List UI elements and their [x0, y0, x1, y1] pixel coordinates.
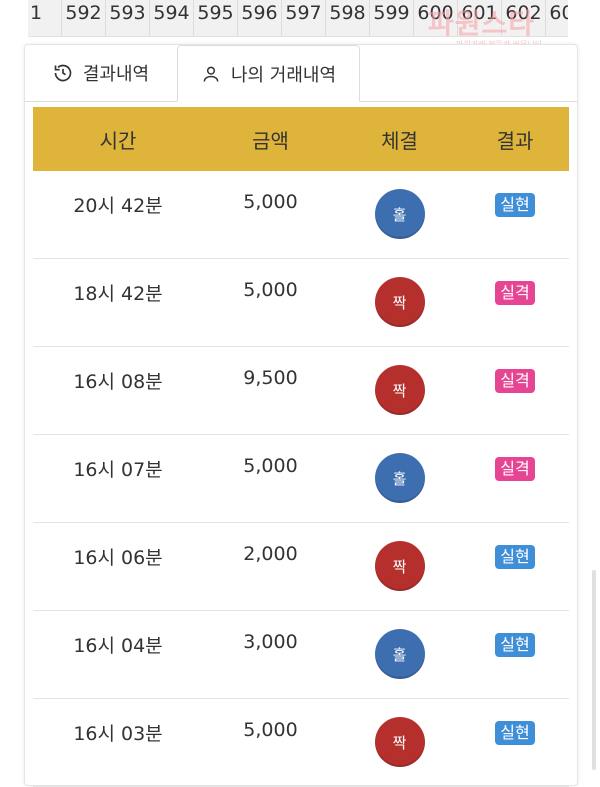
scrollbar[interactable]	[592, 570, 596, 770]
pick-chip: 짝	[374, 541, 425, 591]
tab-results[interactable]: 결과내역	[25, 45, 177, 101]
header-amount: 금액	[252, 128, 289, 153]
round-number[interactable]: 595	[194, 0, 238, 36]
result-badge: 실격	[495, 369, 535, 393]
pick-chip: 홀	[374, 453, 425, 503]
round-number[interactable]: 1	[28, 0, 62, 36]
history-icon	[54, 64, 72, 82]
table-row: 16시 06분 2,000 짝 실현	[33, 523, 569, 611]
round-number[interactable]: 594	[150, 0, 194, 36]
table-row: 16시 08분 9,500 짝 실격	[33, 347, 569, 435]
round-number[interactable]: 598	[326, 0, 370, 36]
table-row: 20시 42분 5,000 홀 실현	[33, 171, 569, 259]
header-time: 시간	[99, 128, 137, 153]
table-row: 16시 04분 3,000 홀 실현	[33, 611, 569, 699]
cell-amount: 5,000	[243, 191, 298, 213]
cell-amount: 5,000	[243, 455, 298, 477]
tab-my-trades[interactable]: 나의 거래내역	[177, 45, 360, 102]
cell-time: 16시 08분	[73, 371, 163, 393]
header-pick: 체결	[381, 128, 418, 153]
cell-amount: 3,000	[243, 631, 298, 653]
round-number[interactable]: 603	[546, 0, 568, 36]
round-number[interactable]: 596	[238, 0, 282, 36]
pick-chip: 짝	[374, 717, 425, 767]
pick-chip: 짝	[374, 277, 425, 327]
pick-chip: 짝	[374, 365, 425, 415]
cell-amount: 2,000	[243, 543, 298, 565]
tab-my-trades-label: 나의 거래내역	[230, 64, 337, 86]
cell-time: 16시 04분	[73, 635, 163, 657]
table-row: 16시 07분 5,000 홀 실격	[33, 435, 569, 523]
cell-result: 실격	[461, 259, 569, 346]
round-number[interactable]: 592	[62, 0, 106, 36]
round-number[interactable]: 601	[458, 0, 502, 36]
result-badge: 실현	[495, 193, 535, 217]
cell-time: 16시 06분	[73, 547, 163, 569]
user-icon	[203, 66, 219, 82]
round-number[interactable]: 593	[106, 0, 150, 36]
round-number-strip: 1592593594595596597598599600601602603	[28, 0, 568, 37]
round-number[interactable]: 602	[502, 0, 546, 36]
result-badge: 실격	[495, 281, 535, 305]
history-panel: 결과내역 나의 거래내역 시간 금액 체결 결과 20시 42분 5,000 홀 실현…	[24, 44, 578, 787]
tab-results-label: 결과내역	[82, 64, 150, 85]
tab-bar: 결과내역 나의 거래내역	[25, 45, 577, 102]
cell-result: 실격	[461, 435, 569, 522]
table-header: 시간 금액 체결 결과	[33, 107, 569, 171]
cell-result: 실현	[461, 523, 569, 610]
cell-result: 실현	[461, 611, 569, 698]
cell-amount: 9,500	[243, 367, 298, 389]
cell-pick: 짝	[338, 523, 461, 610]
cell-time: 20시 42분	[73, 195, 163, 217]
round-number[interactable]: 597	[282, 0, 326, 36]
cell-amount: 5,000	[243, 719, 298, 741]
result-badge: 실현	[495, 545, 535, 569]
header-result: 결과	[496, 128, 534, 153]
result-badge: 실현	[495, 633, 535, 657]
cell-time: 16시 03분	[73, 723, 163, 745]
round-number[interactable]: 600	[414, 0, 458, 36]
cell-result: 실격	[461, 347, 569, 434]
table-row: 18시 42분 5,000 짝 실격	[33, 259, 569, 347]
cell-pick: 짝	[338, 699, 461, 786]
cell-result: 실현	[461, 171, 569, 258]
table-row: 16시 03분 5,000 짝 실현	[33, 699, 569, 787]
cell-amount: 5,000	[243, 279, 298, 301]
pick-chip: 홀	[374, 189, 425, 239]
table-body: 20시 42분 5,000 홀 실현 18시 42분 5,000 짝 실격 16시 08분 9,5…	[33, 171, 569, 787]
round-number[interactable]: 599	[370, 0, 414, 36]
trade-table: 시간 금액 체결 결과 20시 42분 5,000 홀 실현 18시 42분 5,000 짝…	[33, 107, 569, 787]
result-badge: 실현	[495, 721, 535, 745]
cell-result: 실현	[461, 699, 569, 786]
cell-pick: 홀	[338, 611, 461, 698]
cell-pick: 홀	[338, 435, 461, 522]
result-badge: 실격	[495, 457, 535, 481]
cell-time: 16시 07분	[73, 459, 163, 481]
cell-pick: 짝	[338, 347, 461, 434]
cell-time: 18시 42분	[73, 283, 163, 305]
pick-chip: 홀	[374, 629, 425, 679]
cell-pick: 짝	[338, 259, 461, 346]
cell-pick: 홀	[338, 171, 461, 258]
